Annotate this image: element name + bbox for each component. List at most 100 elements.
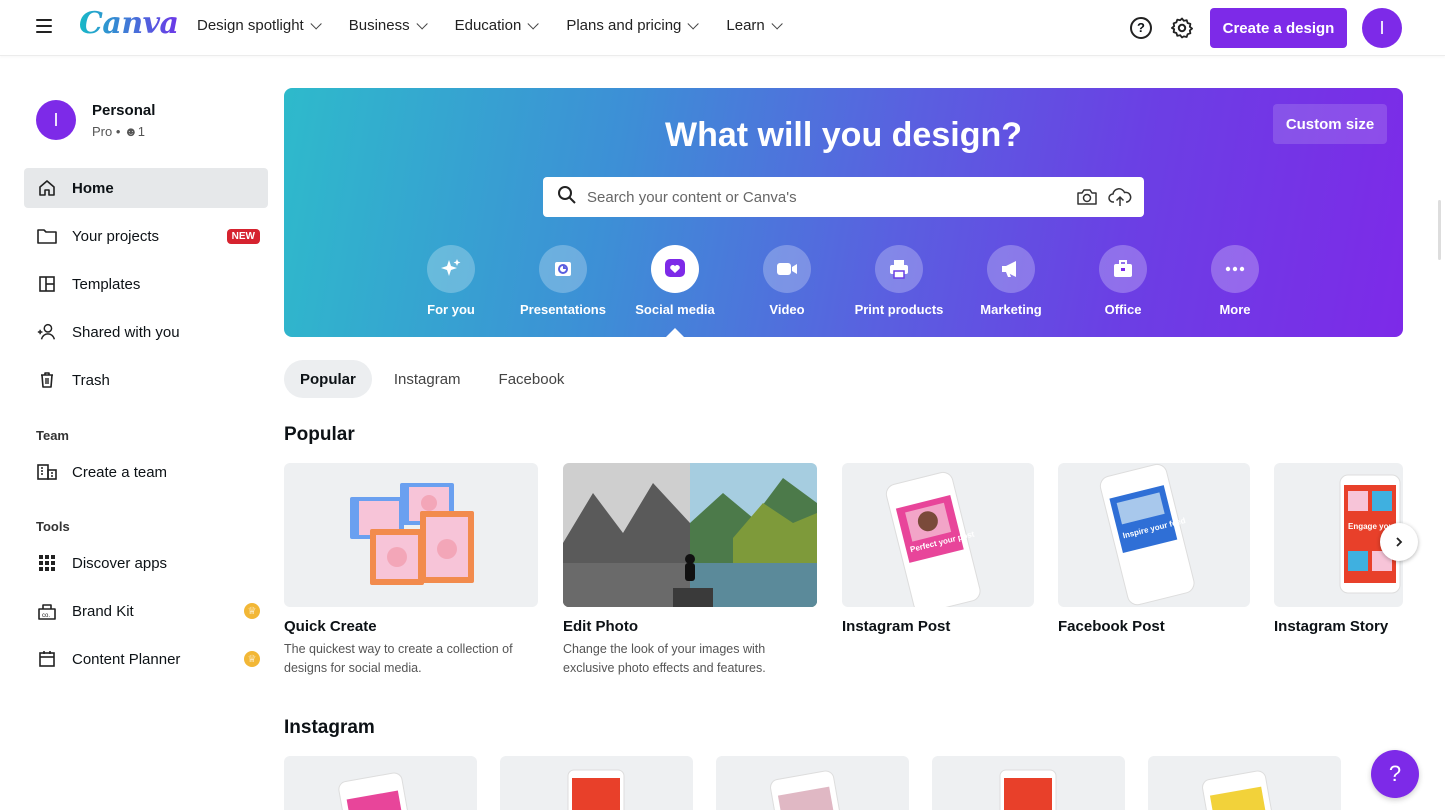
megaphone-icon xyxy=(987,245,1035,293)
trash-icon xyxy=(36,369,58,391)
carousel-next-button[interactable] xyxy=(1380,523,1418,561)
crown-icon: ♕ xyxy=(244,603,260,619)
sidebar-item-label: Trash xyxy=(72,371,110,389)
chevron-down-icon xyxy=(687,17,700,30)
gear-icon[interactable] xyxy=(1170,16,1194,40)
card-description: Change the look of your images with excl… xyxy=(563,642,766,675)
category-row: For you Presentations Social media Video… xyxy=(284,245,1403,325)
section-title-instagram: Instagram xyxy=(284,717,375,738)
instagram-template-card[interactable] xyxy=(284,756,477,810)
nav-label: Learn xyxy=(726,17,765,34)
tab-popular[interactable]: Popular xyxy=(284,360,372,398)
tab-facebook[interactable]: Facebook xyxy=(483,360,581,398)
crown-icon: ♕ xyxy=(244,651,260,667)
category-label: Marketing xyxy=(980,302,1042,317)
sidebar-item-content-planner[interactable]: Content Planner ♕ xyxy=(24,639,268,679)
category-social-media[interactable]: Social media xyxy=(625,245,725,317)
category-label: Presentations xyxy=(520,302,606,317)
category-for-you[interactable]: For you xyxy=(401,245,501,317)
apps-grid-icon xyxy=(36,552,58,574)
sidebar-item-shared[interactable]: Shared with you xyxy=(24,312,268,352)
create-design-button[interactable]: Create a design xyxy=(1210,8,1347,48)
category-more[interactable]: More xyxy=(1185,245,1285,317)
menu-icon[interactable] xyxy=(36,19,52,35)
nav-plans-pricing[interactable]: Plans and pricing xyxy=(566,17,700,34)
account-switcher[interactable]: I Personal Pro • ☻1 xyxy=(36,100,155,140)
instagram-post-thumbnail: Perfect your post xyxy=(842,463,1034,607)
presentation-icon xyxy=(539,245,587,293)
instagram-template-card[interactable] xyxy=(500,756,693,810)
more-dots-icon xyxy=(1211,245,1259,293)
svg-text:co.: co. xyxy=(42,613,50,619)
sidebar-item-trash[interactable]: Trash xyxy=(24,360,268,400)
card-instagram-post[interactable]: Perfect your post Instagram Post xyxy=(842,463,1034,635)
edit-photo-thumbnail xyxy=(563,463,817,607)
avatar[interactable]: I xyxy=(1362,8,1402,48)
sidebar-item-templates[interactable]: Templates xyxy=(24,264,268,304)
camera-icon[interactable] xyxy=(1076,187,1098,212)
sidebar-item-label: Shared with you xyxy=(72,323,180,341)
category-label: Video xyxy=(769,302,805,317)
sidebar-item-create-team[interactable]: Create a team xyxy=(24,452,268,492)
category-label: Print products xyxy=(854,302,944,317)
card-quick-create[interactable]: Quick Create The quickest way to create … xyxy=(284,463,538,678)
card-title: Instagram Post xyxy=(842,618,951,635)
search-input[interactable] xyxy=(587,188,1057,206)
chevron-down-icon xyxy=(527,17,540,30)
account-plan: Pro • ☻1 xyxy=(92,124,155,139)
sidebar-item-label: Home xyxy=(72,179,114,197)
main-nav: Design spotlight Business Education Plan… xyxy=(197,17,810,34)
card-facebook-post[interactable]: Inspire your feed Facebook Post xyxy=(1058,463,1250,635)
video-camera-icon xyxy=(763,245,811,293)
sidebar: I Personal Pro • ☻1 Home Your projects N… xyxy=(0,64,280,810)
account-name: Personal xyxy=(92,101,156,119)
active-category-pointer xyxy=(666,328,684,337)
sidebar-item-label: Brand Kit xyxy=(72,602,134,620)
help-icon[interactable]: ? xyxy=(1130,17,1152,39)
category-video[interactable]: Video xyxy=(737,245,837,317)
card-title: Quick Create xyxy=(284,618,377,635)
sidebar-item-home[interactable]: Home xyxy=(24,168,268,208)
category-office[interactable]: Office xyxy=(1073,245,1173,317)
nav-learn[interactable]: Learn xyxy=(726,17,783,34)
search-bar xyxy=(543,177,1144,217)
category-marketing[interactable]: Marketing xyxy=(961,245,1061,317)
custom-size-button[interactable]: Custom size xyxy=(1273,104,1387,144)
card-description: The quickest way to create a collection … xyxy=(284,642,513,675)
nav-education[interactable]: Education xyxy=(455,17,540,34)
new-badge: NEW xyxy=(226,228,260,244)
sidebar-item-discover-apps[interactable]: Discover apps xyxy=(24,543,268,583)
card-edit-photo[interactable]: Edit Photo Change the look of your image… xyxy=(563,463,817,678)
category-print-products[interactable]: Print products xyxy=(849,245,949,317)
category-label: Social media xyxy=(635,302,715,317)
card-title: Edit Photo xyxy=(563,618,638,635)
instagram-template-card[interactable] xyxy=(1148,756,1341,810)
instagram-template-card[interactable] xyxy=(716,756,909,810)
card-title: Facebook Post xyxy=(1058,618,1165,635)
briefcase-icon xyxy=(1099,245,1147,293)
sidebar-item-label: Your projects xyxy=(72,227,159,245)
sidebar-item-projects[interactable]: Your projects NEW xyxy=(24,216,268,256)
chevron-down-icon xyxy=(771,17,783,30)
member-count: 1 xyxy=(137,123,145,139)
sidebar-item-brand-kit[interactable]: co. Brand Kit ♕ xyxy=(24,591,268,631)
category-label: For you xyxy=(427,302,475,317)
canva-logo[interactable]: Canva xyxy=(79,6,179,41)
person-icon: ☻ xyxy=(124,123,138,139)
heart-chat-icon xyxy=(651,245,699,293)
nav-design-spotlight[interactable]: Design spotlight xyxy=(197,17,322,34)
category-presentations[interactable]: Presentations xyxy=(513,245,613,317)
tab-instagram[interactable]: Instagram xyxy=(378,360,477,398)
chevron-right-icon xyxy=(1396,537,1403,547)
nav-business[interactable]: Business xyxy=(349,17,428,34)
upload-cloud-icon[interactable] xyxy=(1108,186,1132,213)
page-scrollbar[interactable] xyxy=(1438,200,1441,260)
search-icon xyxy=(557,185,577,210)
chevron-down-icon xyxy=(416,17,428,30)
shared-people-icon xyxy=(36,321,58,343)
instagram-template-card[interactable] xyxy=(932,756,1125,810)
help-button[interactable]: ? xyxy=(1371,750,1419,798)
content-tabs: Popular Instagram Facebook xyxy=(284,360,586,398)
hero-title: What will you design? xyxy=(665,116,1022,154)
card-title: Instagram Story xyxy=(1274,618,1389,635)
